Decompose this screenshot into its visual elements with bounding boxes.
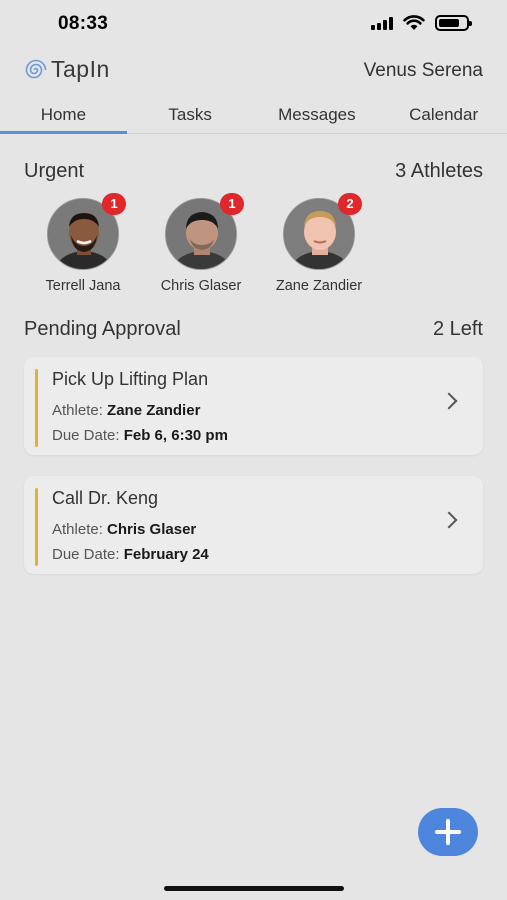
urgent-athlete-list: 1 Terrell Jana 1 Chris Glaser 2 Zane Zan… — [24, 193, 378, 294]
athlete-label: Athlete: — [52, 402, 103, 419]
task-due-date: Due Date: February 24 — [52, 546, 209, 563]
due-label: Due Date: — [52, 546, 120, 563]
chevron-right-icon[interactable] — [440, 511, 458, 529]
athlete-terrell-jana[interactable]: 1 Terrell Jana — [24, 193, 142, 294]
tab-calendar[interactable]: Calendar — [380, 96, 507, 133]
due-value: February 24 — [123, 546, 209, 563]
status-icons — [371, 15, 472, 31]
priority-bar — [35, 488, 38, 566]
tab-messages[interactable]: Messages — [254, 96, 381, 133]
athlete-name: Zane Zandier — [275, 278, 363, 294]
battery-icon — [435, 15, 472, 31]
athlete-chris-glaser[interactable]: 1 Chris Glaser — [142, 193, 260, 294]
task-title: Pick Up Lifting Plan — [52, 369, 209, 389]
status-time: 08:33 — [58, 13, 109, 34]
task-athlete: Athlete: Chris Glaser — [52, 521, 196, 538]
urgent-count: 3 Athletes — [395, 160, 483, 182]
pending-title: Pending Approval — [24, 318, 181, 340]
task-title: Call Dr. Keng — [52, 488, 159, 508]
cellular-signal-icon — [371, 16, 393, 30]
user-name[interactable]: Venus Serena — [364, 60, 483, 82]
task-card[interactable]: Pick Up Lifting Plan Athlete: Zane Zandi… — [24, 357, 483, 455]
tab-tasks[interactable]: Tasks — [127, 96, 254, 133]
status-bar: 08:33 — [0, 0, 507, 50]
priority-bar — [35, 369, 38, 447]
athlete-zane-zandier[interactable]: 2 Zane Zandier — [260, 193, 378, 294]
task-due-date: Due Date: Feb 6, 6:30 pm — [52, 427, 228, 444]
athlete-name: Terrell Jana — [45, 278, 121, 294]
pending-count: 2 Left — [432, 318, 483, 340]
app-name: TapIn — [51, 56, 110, 82]
home-indicator — [164, 886, 344, 891]
app-logo: TapIn — [24, 56, 110, 83]
chevron-right-icon[interactable] — [440, 392, 458, 410]
pending-section-header: Pending Approval 2 Left — [24, 318, 483, 341]
add-button[interactable] — [418, 808, 478, 856]
wifi-icon — [403, 15, 425, 30]
spiral-logo-icon — [25, 59, 47, 78]
urgent-section-header: Urgent 3 Athletes — [24, 160, 483, 183]
tab-bar: Home Tasks Messages Calendar — [0, 96, 507, 134]
notification-badge: 2 — [338, 193, 362, 215]
athlete-label: Athlete: — [52, 521, 103, 538]
athlete-value: Chris Glaser — [107, 521, 197, 538]
plus-icon — [435, 819, 461, 845]
notification-badge: 1 — [102, 193, 126, 215]
athlete-value: Zane Zandier — [107, 402, 201, 419]
athlete-name: Chris Glaser — [160, 278, 242, 294]
task-athlete: Athlete: Zane Zandier — [52, 402, 200, 419]
due-label: Due Date: — [52, 427, 120, 444]
notification-badge: 1 — [220, 193, 244, 215]
urgent-title: Urgent — [24, 160, 85, 182]
app-header: TapIn Venus Serena — [0, 52, 507, 90]
due-value: Feb 6, 6:30 pm — [123, 427, 228, 444]
tab-home[interactable]: Home — [0, 96, 127, 134]
task-card[interactable]: Call Dr. Keng Athlete: Chris Glaser Due … — [24, 476, 483, 574]
